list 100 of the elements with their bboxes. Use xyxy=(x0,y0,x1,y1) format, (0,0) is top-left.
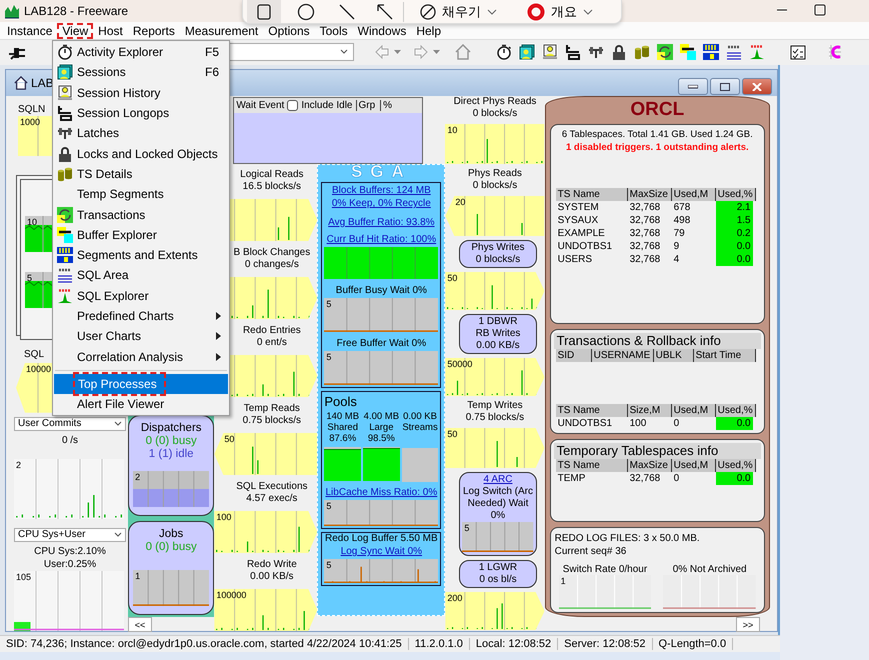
table-cell-text: 100 xyxy=(628,417,648,430)
menu-item[interactable]: Latches xyxy=(53,123,229,144)
bracket-icon[interactable] xyxy=(565,44,581,60)
maximize-icon[interactable] xyxy=(814,4,826,16)
hit-ratio-link[interactable]: Curr Buf Hit Ratio: 100% xyxy=(326,234,436,245)
process-title: Dispatchers xyxy=(140,422,203,435)
checklist-icon[interactable] xyxy=(790,44,806,60)
menu-item[interactable]: View xyxy=(58,24,92,38)
chart-scale-label: 1 xyxy=(560,576,566,586)
log-sync-link[interactable]: Log Sync Wait 0% xyxy=(340,546,422,557)
menu-item[interactable]: Session History xyxy=(53,82,229,103)
close-icon xyxy=(752,82,762,90)
menu-item[interactable]: Buffer Explorer xyxy=(53,224,229,245)
squares-icon[interactable] xyxy=(680,44,696,60)
menu-item[interactable]: Transactions xyxy=(53,204,229,225)
caret-icon[interactable] xyxy=(394,50,401,55)
statistic-dropdown[interactable]: CPU Sys+User xyxy=(14,528,126,542)
table-cell-text: 0 xyxy=(672,417,680,430)
pool-size: 0.00 KB xyxy=(402,411,438,422)
column-header: Used,M xyxy=(672,459,716,472)
pool-ratio: 87.6% xyxy=(328,433,358,444)
restore-button[interactable] xyxy=(710,78,740,95)
close-button[interactable] xyxy=(742,78,772,95)
peak-icon[interactable] xyxy=(749,44,765,60)
metric-name: Temp Writes xyxy=(467,400,523,412)
table-cell-text: 498 xyxy=(672,214,692,227)
status-text: SID: 74,236; Instance: orcl@edydr1p0.us.oracle.com, started 4/22/2024 10:41:25 xyxy=(0,638,409,650)
column-header: MaxSize xyxy=(628,188,672,201)
arrow-tool-icon[interactable] xyxy=(377,4,393,20)
column-header: Used,M xyxy=(672,188,716,201)
menu-item[interactable]: Locks and Locked Objects xyxy=(53,143,229,164)
metric-name: Phys Reads xyxy=(468,168,522,180)
line-tool-icon[interactable] xyxy=(339,4,355,20)
fill-dropdown[interactable]: 채우기 xyxy=(420,2,497,20)
minimize-button[interactable] xyxy=(678,78,708,95)
table-cell-text: EXAMPLE xyxy=(556,227,606,240)
cycle-icon[interactable] xyxy=(657,44,673,60)
menu-item[interactable]: Host xyxy=(94,24,127,38)
checkbox-label[interactable]: Include Idle xyxy=(301,100,352,111)
metric-name: B Block Changes xyxy=(234,247,310,259)
chart-icon[interactable] xyxy=(827,44,843,60)
database-title: ORCL xyxy=(629,101,686,119)
block-buffers-link[interactable]: Block Buffers: 124 MB xyxy=(332,185,431,196)
dumbbell-icon[interactable] xyxy=(588,44,604,60)
libcache-link[interactable]: LibCache Miss Ratio: 0% xyxy=(326,487,438,498)
menu-item[interactable]: Predefined Charts xyxy=(53,306,229,326)
status-text: 11.2.0.1.0 xyxy=(408,638,470,650)
menu-item[interactable]: Instance xyxy=(3,24,56,38)
panel-label: Wait Event xyxy=(236,100,284,111)
chart-scale-label: 50 xyxy=(224,434,234,444)
table-cell: 0.0 xyxy=(716,240,753,253)
menu-item[interactable]: Correlation Analysis xyxy=(53,346,229,367)
menu-item[interactable]: Sessions F6 xyxy=(53,62,229,83)
buffer-ratio-link[interactable]: Avg Buffer Ratio: 93.8% xyxy=(328,217,435,228)
process-link[interactable]: 4 ARC xyxy=(462,474,534,486)
table-cell-text: USERS xyxy=(556,253,594,266)
portrait-icon[interactable] xyxy=(519,44,535,60)
menu-item[interactable]: Session Longops xyxy=(53,102,229,124)
menu-item[interactable]: Alert File Viewer xyxy=(53,394,229,414)
sga-title: SGA xyxy=(350,165,413,179)
table-cell-text: UNDOTBS1 xyxy=(556,240,614,253)
table-cell-text: 32,768 xyxy=(628,253,662,266)
menu-item[interactable]: Top Processes xyxy=(54,374,228,394)
outline-dropdown[interactable]: 개요 xyxy=(527,2,593,20)
keep-recycle-link[interactable]: 0% Keep, 0% Recycle xyxy=(332,198,431,209)
caret-icon[interactable] xyxy=(433,50,440,55)
menu-item[interactable]: SQL Area xyxy=(53,265,229,286)
menu-item[interactable]: Help xyxy=(412,24,446,38)
rectangle-tool[interactable] xyxy=(247,0,281,23)
lock-icon[interactable] xyxy=(611,44,627,60)
menu-item[interactable]: Measurement xyxy=(180,24,262,38)
menu-item[interactable]: SQL Explorer xyxy=(53,286,229,306)
portrait-strip-icon[interactable] xyxy=(542,44,558,60)
checkbox[interactable] xyxy=(287,100,298,111)
menu-item[interactable]: Activity Explorer F5 xyxy=(53,42,229,62)
cylinders-icon[interactable] xyxy=(634,44,650,60)
lines-icon[interactable] xyxy=(726,44,742,60)
menu-item[interactable]: User Charts xyxy=(53,326,229,346)
column-header: UBLK xyxy=(654,348,694,362)
chart-title: SQL xyxy=(24,348,44,362)
menu-item[interactable]: Reports xyxy=(128,24,179,38)
stopwatch-icon[interactable] xyxy=(496,44,512,60)
chart-scale-label: 5 xyxy=(464,523,470,533)
circle-tool-icon[interactable] xyxy=(297,2,315,20)
menu-item[interactable]: Tools xyxy=(316,24,352,38)
scroll-back-button[interactable]: << xyxy=(128,617,152,632)
chart-scale-label: 2 xyxy=(16,460,22,470)
column-header[interactable]: Grp xyxy=(356,100,378,111)
menu-item[interactable]: Windows xyxy=(354,24,410,38)
menu-item[interactable]: Options xyxy=(264,24,314,38)
scroll-forward-button[interactable]: >> xyxy=(736,617,760,632)
menu-item[interactable]: Segments and Extents xyxy=(53,244,229,266)
table-cell: 0.0 xyxy=(716,253,753,266)
metric-value: 0.75 blocks/s xyxy=(242,415,302,427)
grid-icon[interactable] xyxy=(703,44,719,60)
statistic-dropdown[interactable]: User Commits xyxy=(14,416,126,431)
menu-item[interactable]: Temp Segments xyxy=(53,184,229,204)
dropdown-icon[interactable] xyxy=(340,49,348,55)
column-header[interactable]: % xyxy=(380,100,394,111)
menu-item[interactable]: TS Details xyxy=(53,164,229,184)
